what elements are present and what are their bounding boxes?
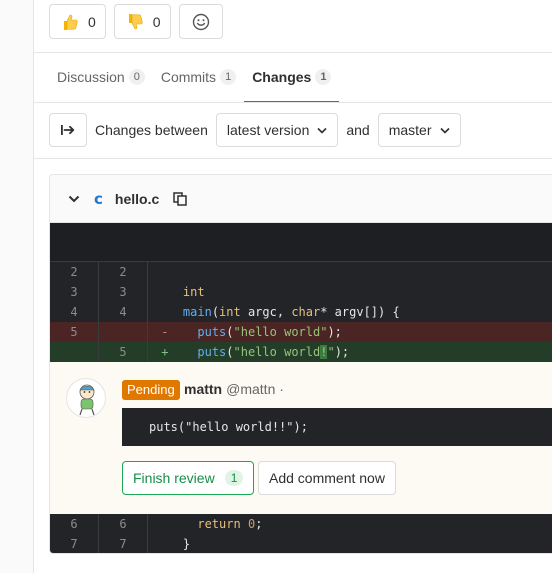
smiley-icon	[192, 13, 209, 30]
tab-commits[interactable]: Commits 1	[153, 52, 244, 102]
diff-line[interactable]: 44 main(int argc, char* argv[]) {	[50, 302, 552, 322]
new-line-number[interactable]: 6	[99, 514, 148, 534]
diff-line-added[interactable]: 5 + puts("hello world!");	[50, 342, 552, 362]
version-select[interactable]: latest version	[215, 113, 339, 147]
draft-comment: Pending mattn @mattn · puts("hello world!…	[50, 362, 552, 514]
diff-line-code: - puts("hello world");	[161, 325, 342, 339]
finish-review-label: Finish review	[133, 470, 215, 486]
avatar[interactable]	[66, 378, 106, 418]
old-line-number[interactable]: 4	[50, 302, 99, 322]
diff-lines-after: 66 return 0; 7 7 }	[50, 514, 552, 553]
tab-label: Commits	[160, 69, 217, 85]
old-line-number[interactable]: 5	[50, 322, 99, 342]
tab-count-badge: 1	[315, 69, 332, 85]
diff-line-code	[148, 262, 552, 282]
thumbs-up-button[interactable]: 0	[49, 4, 106, 39]
and-label: and	[346, 122, 370, 138]
pending-badge: Pending	[122, 380, 180, 400]
diff-expand-row[interactable]	[50, 223, 552, 262]
diff-file: c hello.c 22 33 int 4 4 main(int argc, cha…	[49, 174, 552, 554]
tab-count-badge: 1	[220, 69, 237, 85]
toggle-file-tree-button[interactable]	[49, 113, 87, 147]
new-line-number[interactable]: 5	[99, 342, 148, 362]
old-line-number[interactable]: 7	[50, 534, 99, 553]
target-branch-value: master	[388, 122, 432, 138]
new-line-number[interactable]: 3	[99, 282, 148, 302]
diff-toolbar: Changes between latest version and maste…	[49, 113, 461, 147]
comment-author: mattn @mattn ·	[184, 381, 284, 397]
diff-line[interactable]: 66 return 0;	[50, 514, 552, 534]
diff-file-header: c hello.c	[50, 175, 552, 223]
version-select-value: latest version	[226, 122, 310, 138]
thumbs-down-icon	[128, 13, 143, 29]
thumbs-up-icon	[64, 14, 78, 30]
c-file-icon: c	[94, 189, 103, 208]
add-comment-label: Add comment now	[269, 470, 385, 486]
diff-line-code: + puts("hello world!");	[161, 345, 350, 359]
tab-label: Changes	[252, 69, 312, 85]
chevron-down-icon	[439, 127, 450, 134]
old-line-number[interactable]: 2	[50, 262, 99, 282]
toolbar-divider	[34, 158, 552, 159]
diff-lines: 22 33 int 4 4 main(int argc, char* argv[])…	[50, 262, 552, 362]
old-line-number[interactable]	[50, 342, 99, 362]
diff-line-code: int	[182, 285, 205, 299]
new-line-number[interactable]: 4	[99, 302, 148, 322]
old-line-number[interactable]: 6	[50, 514, 99, 534]
finish-review-button[interactable]: Finish review 1	[122, 461, 255, 495]
tab-label: Discussion	[57, 69, 125, 85]
tab-discussion[interactable]: Discussion 0	[49, 52, 153, 102]
avatar-image	[79, 384, 95, 416]
tab-count-badge: 0	[128, 69, 145, 85]
add-reaction-button[interactable]	[178, 4, 223, 39]
diff-line[interactable]: 77 }	[50, 534, 552, 553]
file-name[interactable]: hello.c	[115, 191, 159, 207]
old-line-number[interactable]: 3	[50, 282, 99, 302]
diff-line-code: main(int argc, char* argv[]) {	[182, 305, 400, 319]
author-handle[interactable]: @mattn ·	[226, 381, 284, 397]
add-comment-now-button[interactable]: Add comment now	[258, 461, 396, 495]
author-name[interactable]: mattn	[184, 381, 222, 397]
diff-line-removed[interactable]: 5 - puts("hello world");	[50, 322, 552, 342]
chevron-down-icon[interactable]	[68, 195, 80, 203]
target-branch-select[interactable]: master	[377, 113, 461, 147]
expand-sidebar-icon	[61, 125, 75, 135]
new-line-number[interactable]: 2	[99, 262, 148, 282]
diff-line-code: return 0;	[197, 517, 263, 531]
pending-count-badge: 1	[224, 470, 244, 486]
merge-request-page: 0 0 Discussion 0 Commits 1 Changes 1 Cha…	[0, 0, 552, 573]
suggestion-code: puts("hello world!!");	[122, 408, 552, 446]
thumbs-down-count: 0	[152, 13, 161, 30]
copy-path-button[interactable]	[173, 191, 188, 206]
thumbs-down-button[interactable]: 0	[113, 4, 171, 39]
copy-icon	[173, 191, 188, 206]
diff-content: 22 33 int 4 4 main(int argc, char* argv[])…	[50, 223, 552, 553]
diff-line[interactable]: 33 int	[50, 282, 552, 302]
merge-request-tabs: Discussion 0 Commits 1 Changes 1	[49, 52, 340, 103]
diff-line[interactable]: 22	[50, 262, 552, 282]
changes-between-label: Changes between	[95, 122, 208, 138]
chevron-down-icon	[317, 127, 327, 134]
thumbs-up-count: 0	[88, 13, 96, 30]
tab-changes[interactable]: Changes 1	[244, 52, 340, 103]
award-emoji-bar: 0 0	[49, 4, 223, 39]
diff-line-code: }	[154, 537, 191, 551]
tabs-bottom-divider	[34, 102, 552, 103]
new-line-number[interactable]	[99, 322, 148, 342]
new-line-number[interactable]: 7	[99, 534, 148, 553]
